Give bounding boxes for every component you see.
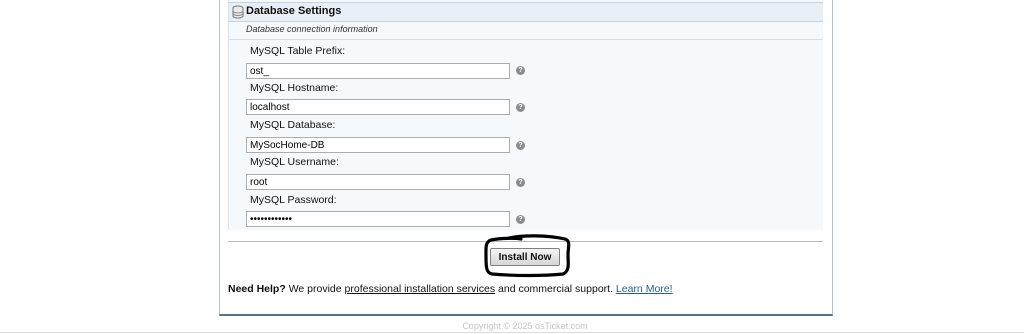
hostname-input[interactable]	[246, 99, 510, 115]
hostname-label: MySQL Hostname:	[250, 82, 339, 94]
table-prefix-input[interactable]	[246, 63, 510, 79]
learn-more-link[interactable]: Learn More!	[616, 283, 673, 295]
table-prefix-label: MySQL Table Prefix:	[250, 45, 346, 57]
help-icon[interactable]: ?	[516, 141, 525, 150]
divider	[229, 39, 823, 40]
database-icon	[232, 5, 244, 19]
need-help-label: Need Help?	[228, 283, 286, 295]
help-icon[interactable]: ?	[516, 66, 525, 75]
install-now-button[interactable]: Install Now	[490, 248, 560, 266]
section-title: Database Settings	[246, 5, 342, 17]
professional-services-link[interactable]: professional installation services	[345, 283, 496, 295]
installer-panel: Database Settings Database connection in…	[219, 0, 833, 316]
help-text: Need Help? We provide professional insta…	[228, 283, 673, 295]
help-text-part: We provide	[288, 283, 342, 295]
divider	[0, 332, 1024, 333]
help-icon[interactable]: ?	[516, 215, 525, 224]
password-label: MySQL Password:	[250, 194, 337, 206]
database-settings-section: Database Settings Database connection in…	[228, 0, 823, 230]
help-text-part: and commercial support.	[498, 283, 613, 295]
footer-copyright: Copyright © 2025 osTicket.com	[462, 321, 588, 331]
database-input[interactable]	[246, 137, 510, 153]
database-label: MySQL Database:	[250, 119, 336, 131]
username-input[interactable]	[246, 174, 510, 190]
section-header: Database Settings	[229, 2, 823, 22]
help-icon[interactable]: ?	[516, 103, 525, 112]
password-input[interactable]	[246, 211, 510, 227]
help-icon[interactable]: ?	[516, 178, 525, 187]
section-subtitle: Database connection information	[246, 24, 378, 34]
username-label: MySQL Username:	[250, 156, 339, 168]
